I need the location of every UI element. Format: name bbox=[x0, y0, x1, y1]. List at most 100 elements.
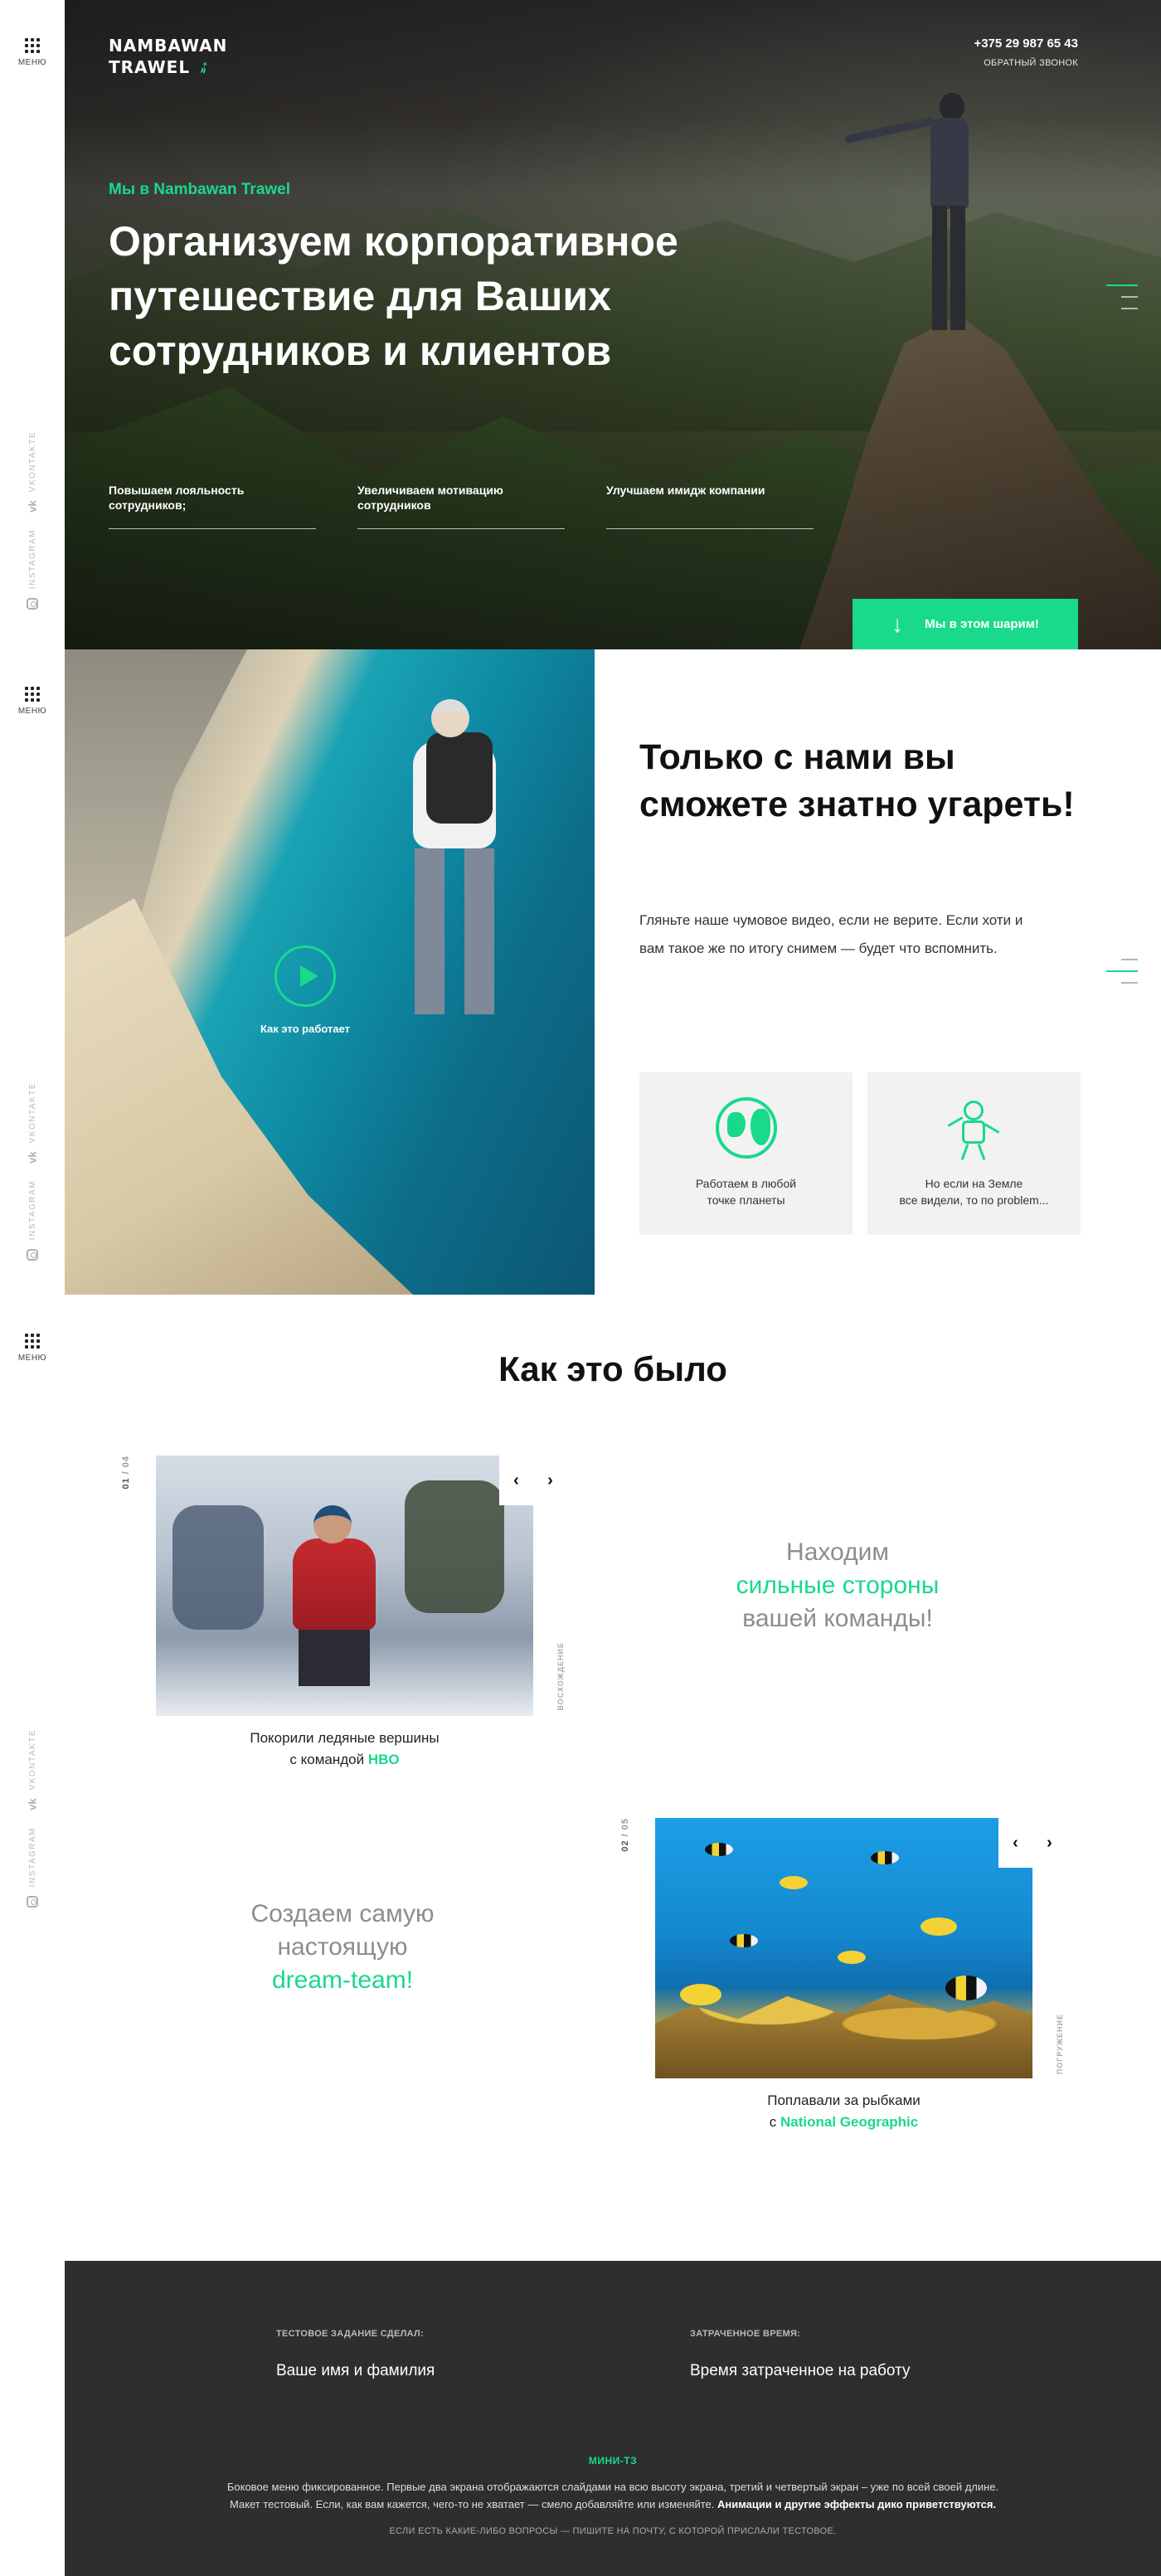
vk-link[interactable]: VKONTAKTE bbox=[28, 1729, 37, 1790]
slider-arrows: ‹ › bbox=[499, 1456, 567, 1505]
video-preview[interactable]: Как это работает bbox=[65, 649, 595, 1295]
play-label: Как это работает bbox=[260, 1023, 351, 1035]
mini-spec-line2: Макет тестовый. Если, как вам кажется, ч… bbox=[229, 2498, 717, 2510]
cases-title: Как это было bbox=[498, 1349, 727, 1388]
quote-line1: Создаем самую bbox=[250, 1900, 435, 1927]
menu-button[interactable]: МЕНЮ bbox=[0, 1334, 65, 1363]
quote-highlight: сильные стороны bbox=[736, 1572, 940, 1599]
slide-dot[interactable] bbox=[1106, 284, 1138, 286]
vk-icon[interactable]: vk bbox=[27, 1799, 39, 1810]
arrow-right-icon[interactable]: › bbox=[1047, 1834, 1052, 1853]
vk-link[interactable]: VKONTAKTE bbox=[28, 431, 37, 492]
case-tag: ВОСХОЖДЕНИЕ bbox=[556, 1642, 565, 1711]
mini-spec-line2-bold: Анимации и другие эффекты дико приветств… bbox=[717, 2498, 997, 2510]
mini-spec-text: Боковое меню фиксированное. Первые два э… bbox=[65, 2478, 1161, 2513]
case-tag: ПОГРУЖЕНИЕ bbox=[1056, 2014, 1064, 2075]
quote-line1: Находим bbox=[786, 1538, 889, 1566]
feature-item: Увеличиваем мотивацию сотрудников bbox=[357, 483, 565, 529]
menu-button[interactable]: МЕНЮ bbox=[0, 687, 65, 716]
instagram-link[interactable]: INSTAGRAM bbox=[28, 529, 37, 589]
card-label-line1: Но если на Земле bbox=[925, 1177, 1023, 1190]
slide-dot[interactable] bbox=[1121, 308, 1138, 309]
slide-dot[interactable] bbox=[1121, 959, 1138, 960]
menu-label: МЕНЮ bbox=[17, 1354, 47, 1363]
slide-pagination bbox=[1106, 959, 1138, 984]
slide-dot[interactable] bbox=[1106, 970, 1138, 972]
arrow-left-icon[interactable]: ‹ bbox=[513, 1471, 519, 1490]
menu-label: МЕНЮ bbox=[17, 707, 47, 716]
case-photo-sea bbox=[655, 1818, 1032, 2078]
caption-brand: National Geographic bbox=[780, 2114, 919, 2130]
menu-button[interactable]: МЕНЮ bbox=[0, 38, 65, 67]
slide-dot[interactable] bbox=[1121, 296, 1138, 298]
callback-link[interactable]: ОБРАТНЫЙ ЗВОНОК bbox=[984, 58, 1078, 68]
quote-line2: настоящую bbox=[277, 1933, 408, 1961]
logo[interactable]: NAMBAWAN TRAWEL ➶ bbox=[109, 35, 228, 80]
hero-eyebrow: Мы в Nambawan Trawel bbox=[109, 181, 291, 198]
caption-brand: HBO bbox=[367, 1752, 400, 1767]
card-label-line2: все видели, то по problem... bbox=[899, 1193, 1049, 1207]
caption-line1: Покорили ледяные вершины bbox=[250, 1730, 440, 1746]
instagram-icon[interactable] bbox=[27, 597, 38, 610]
slide-pagination bbox=[1106, 284, 1138, 309]
instagram-icon[interactable] bbox=[27, 1895, 38, 1908]
astronaut-icon bbox=[940, 1097, 1007, 1164]
menu-icon bbox=[0, 38, 65, 53]
feature-item: Улучшаем имидж компании bbox=[606, 483, 814, 529]
mini-spec-title: МИНИ-ТЗ bbox=[588, 2455, 638, 2467]
counter-total: 05 bbox=[620, 1818, 630, 1830]
menu-label: МЕНЮ bbox=[17, 58, 47, 67]
counter-current: 01 bbox=[121, 1477, 131, 1490]
caption-prefix: с bbox=[769, 2114, 780, 2130]
instagram-icon[interactable] bbox=[27, 1248, 38, 1261]
card-label-line2: точке планеты bbox=[707, 1193, 785, 1207]
video-jumper-figure bbox=[372, 683, 537, 1047]
phone-number[interactable]: +375 29 987 65 43 bbox=[974, 36, 1078, 51]
feature-card: Но если на Земле все видели, то по probl… bbox=[867, 1072, 1081, 1235]
hero-features: Повышаем лояльность сотрудников; Увеличи… bbox=[109, 483, 814, 529]
author-label: ТЕСТОВОЕ ЗАДАНИЕ СДЕЛАЛ: bbox=[276, 2329, 424, 2339]
feature-item: Повышаем лояльность сотрудников; bbox=[109, 483, 316, 529]
arrow-down-icon: ↓ bbox=[891, 610, 904, 637]
card-label-line1: Работаем в любой bbox=[695, 1177, 797, 1190]
logo-line1: NAMBAWAN bbox=[109, 36, 228, 56]
counter-total: 04 bbox=[121, 1456, 131, 1468]
arrow-left-icon[interactable]: ‹ bbox=[1013, 1834, 1018, 1853]
case-quote: Создаем самую настоящую dream-team! bbox=[152, 1898, 533, 1997]
instagram-link[interactable]: INSTAGRAM bbox=[28, 1180, 37, 1240]
slide-dot[interactable] bbox=[1121, 982, 1138, 984]
feature-card: Работаем в любой точке планеты bbox=[639, 1072, 853, 1235]
instagram-link[interactable]: INSTAGRAM bbox=[28, 1827, 37, 1887]
case-quote: Находим сильные стороны вашей команды! bbox=[647, 1536, 1028, 1636]
case-photo-mountain bbox=[156, 1456, 533, 1716]
about-text: Гляньте наше чумовое видео, если не вери… bbox=[639, 912, 1023, 956]
logo-line2: TRAWEL bbox=[109, 57, 191, 77]
sidebar: МЕНЮ VKONTAKTE vk INSTAGRAM МЕНЮ VKONTAK… bbox=[0, 0, 65, 2576]
rocket-icon: ➶ bbox=[192, 55, 216, 80]
play-icon[interactable] bbox=[274, 945, 336, 1007]
time-value: Время затраченное на работу bbox=[690, 2362, 911, 2379]
footer: ТЕСТОВОЕ ЗАДАНИЕ СДЕЛАЛ: Ваше имя и фами… bbox=[65, 2261, 1161, 2576]
vk-link[interactable]: VKONTAKTE bbox=[28, 1082, 37, 1143]
about-title: Только с нами вы сможете знатно угареть! bbox=[639, 737, 1075, 824]
menu-icon bbox=[0, 687, 65, 702]
globe-icon bbox=[716, 1097, 777, 1159]
case-caption: Поплавали за рыбками с National Geograph… bbox=[655, 2090, 1032, 2133]
footer-contact-note: ЕСЛИ ЕСТЬ КАКИЕ-ЛИБО ВОПРОСЫ — ПИШИТЕ НА… bbox=[389, 2526, 837, 2536]
menu-icon bbox=[0, 1334, 65, 1349]
mini-spec-line1: Боковое меню фиксированное. Первые два э… bbox=[226, 2481, 999, 2493]
case-caption: Покорили ледяные вершины с командой HBO bbox=[156, 1728, 533, 1771]
vk-icon[interactable]: vk bbox=[27, 1152, 39, 1164]
quote-highlight: dream-team! bbox=[271, 1966, 414, 1994]
hero-section: NAMBAWAN TRAWEL ➶ +375 29 987 65 43 ОБРАТ… bbox=[65, 0, 1161, 649]
time-label: ЗАТРАЧЕННОЕ ВРЕМЯ: bbox=[690, 2329, 801, 2339]
quote-line3: вашей команды! bbox=[742, 1605, 933, 1632]
hero-cta-button[interactable]: ↓ Мы в этом шарим! bbox=[853, 599, 1078, 649]
arrow-right-icon[interactable]: › bbox=[547, 1471, 553, 1490]
vk-icon[interactable]: vk bbox=[27, 501, 39, 513]
author-value: Ваше имя и фамилия bbox=[276, 2362, 435, 2379]
caption-line1: Поплавали за рыбками bbox=[767, 2092, 921, 2108]
slide-counter: 02 / 05 bbox=[620, 1818, 630, 1852]
slider-arrows: ‹ › bbox=[998, 1818, 1066, 1868]
counter-current: 02 bbox=[620, 1840, 630, 1852]
